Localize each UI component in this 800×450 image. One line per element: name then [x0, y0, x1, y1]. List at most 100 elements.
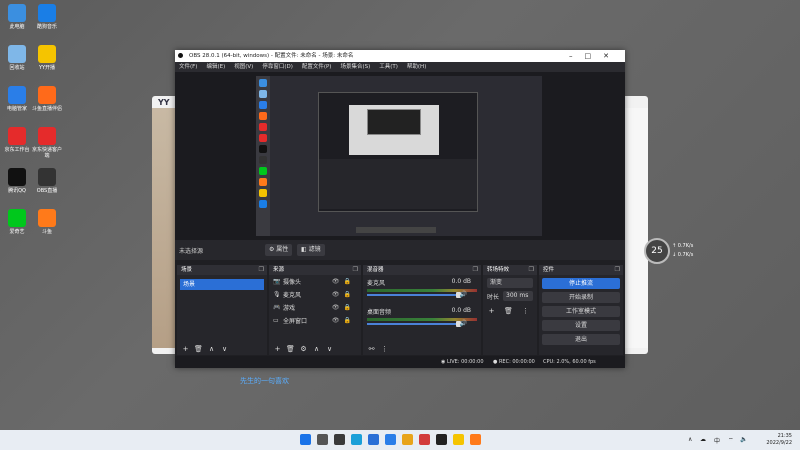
sources-dock: 来源 📷摄像头👁🔒🎙麦克风👁🔒🎮游戏👁🔒▭全屏窗口👁🔒 + 🗑 ⚙ ∧ ∨	[269, 265, 361, 355]
chrome-icon[interactable]	[402, 434, 413, 445]
volume-slider[interactable]	[367, 321, 462, 327]
speed-badge[interactable]: 25	[644, 238, 670, 264]
menu-item[interactable]: 帮助(H)	[407, 62, 426, 72]
speaker-icon[interactable]: 🔊	[460, 291, 467, 298]
scene-item[interactable]: 场景	[180, 279, 264, 290]
controls-header: 控件	[539, 265, 623, 275]
control-button[interactable]: 退出	[542, 334, 620, 345]
channel-db: 0.0 dB	[451, 278, 471, 285]
app-icon[interactable]	[419, 434, 430, 445]
tray-cloud-icon[interactable]: ☁	[700, 436, 706, 443]
eye-icon[interactable]: 👁	[332, 317, 344, 324]
security-icon[interactable]	[385, 434, 396, 445]
source-properties-icon[interactable]: ⚙	[299, 345, 308, 354]
control-button[interactable]: 设置	[542, 320, 620, 331]
desktop-icon[interactable]: 爱奇艺	[2, 209, 32, 235]
control-button[interactable]: 工作室模式	[542, 306, 620, 317]
transition-select[interactable]: 渐变	[487, 278, 533, 288]
desktop-icon[interactable]: YY开播	[32, 45, 62, 71]
source-row[interactable]: 📷 摄像头 👁🔒	[269, 275, 361, 288]
source-row[interactable]: ▭ 全屏窗口 👁🔒	[269, 314, 361, 327]
app-icon	[8, 4, 26, 22]
filters-button[interactable]: ◧ 滤镜	[297, 244, 325, 256]
clock[interactable]: 21:35 2022/9/22	[766, 433, 792, 447]
desktop-icon[interactable]: 电脑管家	[2, 86, 32, 112]
more-icon[interactable]: ⋮	[380, 345, 389, 354]
desktop-icon[interactable]: 斗鱼直播伴侣	[32, 86, 62, 112]
obs-preview[interactable]	[175, 72, 625, 240]
desktop-icon[interactable]: OBS直播	[32, 168, 62, 194]
desktop-icon[interactable]: 回收站	[2, 45, 32, 71]
rec-status: ● REC: 00:00:00	[493, 359, 535, 365]
monitor-icon: ▭	[273, 317, 279, 324]
obs-icon[interactable]	[436, 434, 447, 445]
control-button[interactable]: 停止推流	[542, 278, 620, 289]
eye-icon[interactable]: 👁	[332, 304, 344, 311]
desktop-icon-label: 爱奇艺	[9, 229, 25, 235]
move-up-icon[interactable]: ∧	[207, 345, 216, 354]
scenes-dock: 场景 场景 + 🗑 ∧ ∨	[177, 265, 267, 355]
desktop-icon[interactable]: 京东快递客户端	[32, 127, 62, 159]
lock-icon[interactable]: 🔒	[344, 278, 355, 285]
obs-window[interactable]: OBS 28.0.1 (64-bit, windows) - 配置文件: 未命名…	[175, 50, 625, 368]
move-down-icon[interactable]: ∨	[220, 345, 229, 354]
add-transition-icon[interactable]: +	[487, 307, 496, 316]
desktop-icon[interactable]: 酷狗音乐	[32, 4, 62, 30]
menu-item[interactable]: 工具(T)	[379, 62, 398, 72]
properties-button[interactable]: ⚙ 属性	[265, 244, 293, 256]
desktop-icon[interactable]: 斗鱼	[32, 209, 62, 235]
remove-source-icon[interactable]: 🗑	[286, 345, 295, 354]
obs-logo-icon	[178, 53, 183, 58]
app-icon	[38, 4, 56, 22]
lock-icon[interactable]: 🔒	[344, 317, 355, 324]
more-icon[interactable]: ⋮	[521, 307, 530, 316]
menu-item[interactable]: 场景集合(S)	[340, 62, 370, 72]
move-up-icon[interactable]: ∧	[312, 345, 321, 354]
taskbar: ∧ ☁ 中 ⌔ 🔈 21:35 2022/9/22	[0, 430, 800, 450]
obs-titlebar[interactable]: OBS 28.0.1 (64-bit, windows) - 配置文件: 未命名…	[175, 50, 625, 62]
yy-title: YY	[158, 98, 170, 107]
scenes-list: 场景	[177, 279, 267, 290]
add-source-icon[interactable]: +	[273, 345, 282, 354]
volume-slider[interactable]	[367, 292, 462, 298]
duration-input[interactable]: 300 ms	[503, 291, 533, 301]
eye-icon[interactable]: 👁	[332, 291, 344, 298]
taskview-icon[interactable]	[334, 434, 345, 445]
desktop-icon-label: 酷狗音乐	[36, 24, 57, 30]
lock-icon[interactable]: 🔒	[344, 291, 355, 298]
desktop-icon[interactable]: 京东工作台	[2, 127, 32, 153]
menu-item[interactable]: 文件(F)	[179, 62, 197, 72]
desktop-icon-label: 回收站	[9, 65, 25, 71]
menu-item[interactable]: 编辑(E)	[206, 62, 225, 72]
link-icon[interactable]: ⚯	[367, 345, 376, 354]
menu-item[interactable]: 配置文件(P)	[302, 62, 332, 72]
source-row[interactable]: 🎙 麦克风 👁🔒	[269, 288, 361, 301]
search-icon[interactable]	[317, 434, 328, 445]
control-button[interactable]: 开始录制	[542, 292, 620, 303]
move-down-icon[interactable]: ∨	[325, 345, 334, 354]
desktop-icon[interactable]: 腾讯QQ	[2, 168, 32, 194]
source-row[interactable]: 🎮 游戏 👁🔒	[269, 301, 361, 314]
edge-icon[interactable]	[351, 434, 362, 445]
douyu-icon[interactable]	[470, 434, 481, 445]
obs-menubar[interactable]: 文件(F) 编辑(E) 视图(V) 停靠窗口(D) 配置文件(P) 场景集合(S) 工具(T…	[175, 62, 625, 72]
yy-icon[interactable]	[453, 434, 464, 445]
volume-icon[interactable]: 🔈	[740, 436, 747, 443]
tray-chevron-icon[interactable]: ∧	[688, 436, 692, 443]
desktop-icon[interactable]: 此电脑	[2, 4, 32, 30]
eye-icon[interactable]: 👁	[332, 278, 344, 285]
menu-item[interactable]: 视图(V)	[234, 62, 253, 72]
lock-icon[interactable]: 🔒	[344, 304, 355, 311]
network-icon[interactable]: ⌔	[728, 436, 734, 444]
window-controls[interactable]: –□✕	[569, 50, 621, 62]
nested-preview-inner	[367, 109, 421, 135]
add-scene-icon[interactable]: +	[181, 345, 190, 354]
ime-lang[interactable]: 中	[714, 436, 720, 445]
remove-scene-icon[interactable]: 🗑	[194, 345, 203, 354]
store-icon[interactable]	[368, 434, 379, 445]
menu-item[interactable]: 停靠窗口(D)	[262, 62, 293, 72]
speaker-icon[interactable]: 🔊	[460, 320, 467, 327]
scenes-toolbar: + 🗑 ∧ ∨	[177, 343, 271, 355]
start-icon[interactable]	[300, 434, 311, 445]
remove-transition-icon[interactable]: 🗑	[504, 307, 513, 316]
